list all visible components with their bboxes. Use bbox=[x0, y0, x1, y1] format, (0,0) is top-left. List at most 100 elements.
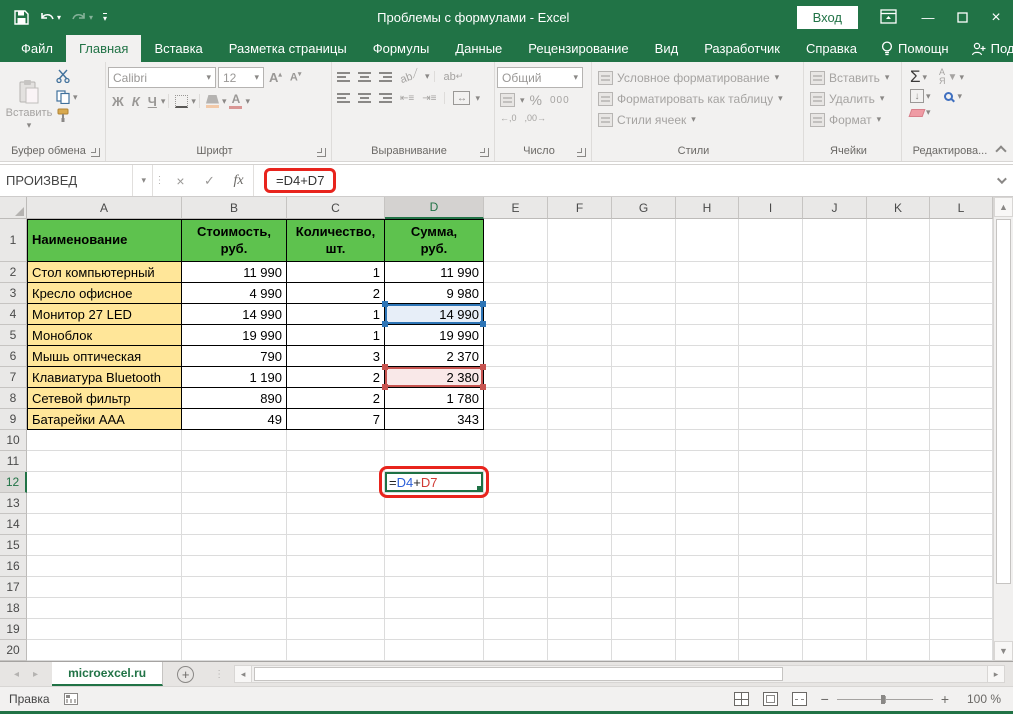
cell-L12[interactable] bbox=[930, 472, 993, 493]
tab-file[interactable]: Файл bbox=[8, 35, 66, 62]
close-button[interactable]: × bbox=[979, 0, 1013, 35]
cell-D3[interactable]: 9 980 bbox=[385, 283, 484, 304]
cell-I16[interactable] bbox=[739, 556, 803, 577]
normal-view-icon[interactable] bbox=[734, 692, 749, 706]
cell-E8[interactable] bbox=[484, 388, 548, 409]
name-box-dropdown-icon[interactable]: ▾ bbox=[132, 165, 146, 196]
increase-font-icon[interactable]: А▴ bbox=[266, 70, 285, 85]
cell-L14[interactable] bbox=[930, 514, 993, 535]
cell-H6[interactable] bbox=[676, 346, 739, 367]
cell-H15[interactable] bbox=[676, 535, 739, 556]
cell-E6[interactable] bbox=[484, 346, 548, 367]
column-header-G[interactable]: G bbox=[612, 197, 676, 219]
tab-assistant[interactable]: Помощн bbox=[870, 35, 960, 62]
accounting-dropdown-icon[interactable]: ▾ bbox=[520, 96, 525, 105]
cell-J19[interactable] bbox=[803, 619, 867, 640]
row-header-2[interactable]: 2 bbox=[0, 262, 27, 283]
column-header-E[interactable]: E bbox=[484, 197, 548, 219]
autosum-dropdown-icon[interactable]: ▾ bbox=[923, 73, 928, 82]
insert-function-button[interactable]: fx bbox=[224, 165, 253, 196]
selection-handle[interactable] bbox=[480, 364, 486, 370]
zoom-in-icon[interactable]: + bbox=[941, 692, 949, 706]
cell-J10[interactable] bbox=[803, 430, 867, 451]
cell-F16[interactable] bbox=[548, 556, 612, 577]
fill-button[interactable]: ↓ bbox=[910, 89, 924, 103]
cell-H2[interactable] bbox=[676, 262, 739, 283]
cell-E9[interactable] bbox=[484, 409, 548, 430]
cell-C18[interactable] bbox=[287, 598, 385, 619]
cell-D15[interactable] bbox=[385, 535, 484, 556]
row-header-12[interactable]: 12 bbox=[0, 472, 27, 493]
cell-G10[interactable] bbox=[612, 430, 676, 451]
cell-F15[interactable] bbox=[548, 535, 612, 556]
cell-J2[interactable] bbox=[803, 262, 867, 283]
sort-filter-dropdown-icon[interactable]: ▾ bbox=[959, 73, 964, 82]
cell-I18[interactable] bbox=[739, 598, 803, 619]
row-header-5[interactable]: 5 bbox=[0, 325, 27, 346]
underline-button[interactable]: Ч bbox=[144, 94, 161, 109]
cell-E1[interactable] bbox=[484, 219, 548, 262]
cell-H14[interactable] bbox=[676, 514, 739, 535]
cell-C19[interactable] bbox=[287, 619, 385, 640]
cell-D11[interactable] bbox=[385, 451, 484, 472]
row-header-3[interactable]: 3 bbox=[0, 283, 27, 304]
cell-A19[interactable] bbox=[27, 619, 182, 640]
row-header-15[interactable]: 15 bbox=[0, 535, 27, 556]
tab-главная[interactable]: Главная bbox=[66, 35, 141, 62]
cell-F11[interactable] bbox=[548, 451, 612, 472]
copy-button[interactable]: ▾ bbox=[56, 90, 78, 104]
cell-L5[interactable] bbox=[930, 325, 993, 346]
cell-L8[interactable] bbox=[930, 388, 993, 409]
cell-E2[interactable] bbox=[484, 262, 548, 283]
column-header-L[interactable]: L bbox=[930, 197, 993, 219]
find-dropdown-icon[interactable]: ▾ bbox=[958, 92, 963, 101]
cell-D16[interactable] bbox=[385, 556, 484, 577]
cell-L11[interactable] bbox=[930, 451, 993, 472]
cell-F13[interactable] bbox=[548, 493, 612, 514]
cell-E16[interactable] bbox=[484, 556, 548, 577]
expand-formula-bar-icon[interactable] bbox=[987, 165, 1013, 196]
column-header-D[interactable]: D bbox=[385, 197, 484, 219]
cell-F8[interactable] bbox=[548, 388, 612, 409]
row-header-7[interactable]: 7 bbox=[0, 367, 27, 388]
scroll-up-icon[interactable]: ▲ bbox=[994, 197, 1013, 217]
minimize-button[interactable]: — bbox=[911, 0, 945, 35]
cell-F12[interactable] bbox=[548, 472, 612, 493]
column-header-I[interactable]: I bbox=[739, 197, 803, 219]
row-header-13[interactable]: 13 bbox=[0, 493, 27, 514]
cell-G9[interactable] bbox=[612, 409, 676, 430]
cell-L3[interactable] bbox=[930, 283, 993, 304]
cell-G6[interactable] bbox=[612, 346, 676, 367]
selection-handle[interactable] bbox=[382, 384, 388, 390]
cell-G15[interactable] bbox=[612, 535, 676, 556]
cell-K17[interactable] bbox=[867, 577, 930, 598]
cell-H16[interactable] bbox=[676, 556, 739, 577]
cell-F20[interactable] bbox=[548, 640, 612, 661]
cell-E7[interactable] bbox=[484, 367, 548, 388]
row-header-9[interactable]: 9 bbox=[0, 409, 27, 430]
cell-A7[interactable]: Клавиатура Bluetooth bbox=[27, 367, 182, 388]
undo-button[interactable]: ▾ bbox=[39, 11, 61, 24]
orientation-button[interactable]: ab⟋ bbox=[395, 65, 425, 88]
cells-item-2[interactable]: Формат▾ bbox=[810, 109, 899, 130]
select-all-corner[interactable] bbox=[0, 197, 27, 219]
fill-handle[interactable] bbox=[477, 486, 482, 491]
cell-B8[interactable]: 890 bbox=[182, 388, 287, 409]
cell-J16[interactable] bbox=[803, 556, 867, 577]
horizontal-scrollbar[interactable]: ◂ ▸ bbox=[234, 665, 1005, 683]
cell-J1[interactable] bbox=[803, 219, 867, 262]
clear-dropdown-icon[interactable]: ▾ bbox=[926, 108, 931, 117]
cell-G18[interactable] bbox=[612, 598, 676, 619]
maximize-button[interactable] bbox=[945, 0, 979, 35]
cell-A11[interactable] bbox=[27, 451, 182, 472]
cell-L20[interactable] bbox=[930, 640, 993, 661]
borders-dropdown-icon[interactable]: ▾ bbox=[191, 97, 196, 106]
cell-I6[interactable] bbox=[739, 346, 803, 367]
cell-G8[interactable] bbox=[612, 388, 676, 409]
save-icon[interactable] bbox=[14, 10, 29, 25]
align-middle-icon[interactable] bbox=[355, 71, 374, 83]
cell-J14[interactable] bbox=[803, 514, 867, 535]
cell-K16[interactable] bbox=[867, 556, 930, 577]
cell-H17[interactable] bbox=[676, 577, 739, 598]
cell-B1[interactable]: Стоимость, руб. bbox=[182, 219, 287, 262]
